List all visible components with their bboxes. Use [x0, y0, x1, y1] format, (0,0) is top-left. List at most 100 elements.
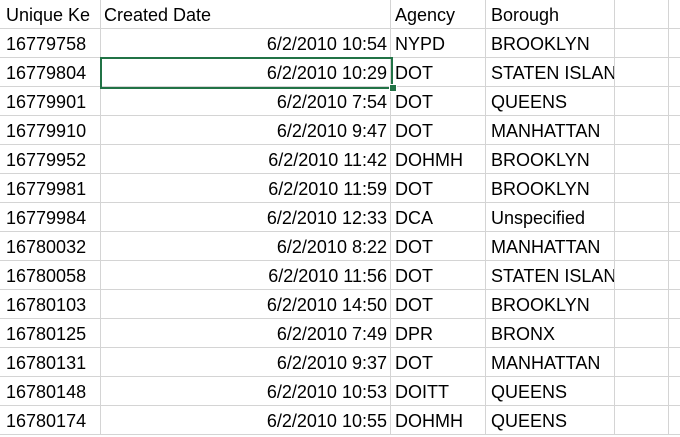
cell-unique-key[interactable]: 16780058	[0, 261, 101, 290]
empty-cell[interactable]	[615, 116, 669, 145]
cell-created-date[interactable]: 6/2/2010 10:54	[101, 29, 391, 58]
cell-unique-key[interactable]: 16779981	[0, 174, 101, 203]
cell-borough[interactable]: BRONX	[486, 319, 615, 348]
empty-cell[interactable]	[669, 116, 680, 145]
table-row: 16780058 6/2/2010 11:56 DOT STATEN ISLAN…	[0, 261, 680, 290]
table-row: 16779981 6/2/2010 11:59 DOT BROOKLYN	[0, 174, 680, 203]
cell-unique-key[interactable]: 16780125	[0, 319, 101, 348]
cell-created-date[interactable]: 6/2/2010 11:59	[101, 174, 391, 203]
table-row: 16779758 6/2/2010 10:54 NYPD BROOKLYN	[0, 29, 680, 58]
empty-cell[interactable]	[669, 406, 680, 435]
cell-borough[interactable]: QUEENS	[486, 377, 615, 406]
cell-agency[interactable]: DOT	[391, 348, 486, 377]
empty-cell[interactable]	[669, 319, 680, 348]
cell-created-date[interactable]: 6/2/2010 10:29	[101, 58, 391, 87]
empty-cell[interactable]	[615, 58, 669, 87]
cell-unique-key[interactable]: 16780103	[0, 290, 101, 319]
empty-cell[interactable]	[615, 87, 669, 116]
cell-created-date[interactable]: 6/2/2010 8:22	[101, 232, 391, 261]
cell-borough[interactable]: MANHATTAN	[486, 348, 615, 377]
cell-created-date[interactable]: 6/2/2010 10:55	[101, 406, 391, 435]
cell-unique-key[interactable]: 16779758	[0, 29, 101, 58]
empty-cell[interactable]	[669, 174, 680, 203]
cell-borough[interactable]: BROOKLYN	[486, 29, 615, 58]
cell-agency[interactable]: DOITT	[391, 377, 486, 406]
empty-cell[interactable]	[615, 406, 669, 435]
cell-agency[interactable]: DCA	[391, 203, 486, 232]
table-row: 16780125 6/2/2010 7:49 DPR BRONX	[0, 319, 680, 348]
empty-cell[interactable]	[669, 232, 680, 261]
empty-cell[interactable]	[669, 145, 680, 174]
cell-unique-key[interactable]: 16780032	[0, 232, 101, 261]
cell-agency[interactable]: NYPD	[391, 29, 486, 58]
empty-cell[interactable]	[615, 319, 669, 348]
cell-agency[interactable]: DOHMH	[391, 406, 486, 435]
cell-agency[interactable]: DOT	[391, 58, 486, 87]
cell-unique-key[interactable]: 16779984	[0, 203, 101, 232]
empty-cell[interactable]	[669, 290, 680, 319]
empty-cell[interactable]	[615, 232, 669, 261]
cell-borough[interactable]: QUEENS	[486, 406, 615, 435]
header-cell-agency[interactable]: Agency	[391, 0, 486, 29]
empty-cell[interactable]	[669, 377, 680, 406]
cell-unique-key[interactable]: 16780148	[0, 377, 101, 406]
cell-borough[interactable]: Unspecified	[486, 203, 615, 232]
empty-cell[interactable]	[669, 29, 680, 58]
cell-borough[interactable]: MANHATTAN	[486, 232, 615, 261]
table-row: 16780103 6/2/2010 14:50 DOT BROOKLYN	[0, 290, 680, 319]
cell-borough[interactable]: BROOKLYN	[486, 174, 615, 203]
empty-cell[interactable]	[615, 145, 669, 174]
cell-unique-key[interactable]: 16780174	[0, 406, 101, 435]
empty-cell[interactable]	[615, 0, 669, 29]
empty-cell[interactable]	[615, 203, 669, 232]
empty-cell[interactable]	[615, 377, 669, 406]
cell-borough[interactable]: STATEN ISLAND	[486, 261, 615, 290]
cell-created-date[interactable]: 6/2/2010 9:47	[101, 116, 391, 145]
cell-agency[interactable]: DOT	[391, 290, 486, 319]
cell-created-date[interactable]: 6/2/2010 7:54	[101, 87, 391, 116]
cell-unique-key[interactable]: 16779952	[0, 145, 101, 174]
empty-cell[interactable]	[669, 58, 680, 87]
cell-created-date[interactable]: 6/2/2010 11:42	[101, 145, 391, 174]
empty-cell[interactable]	[615, 261, 669, 290]
cell-borough[interactable]: MANHATTAN	[486, 116, 615, 145]
cell-agency[interactable]: DOHMH	[391, 145, 486, 174]
header-cell-borough[interactable]: Borough	[486, 0, 615, 29]
empty-cell[interactable]	[615, 174, 669, 203]
cell-created-date[interactable]: 6/2/2010 7:49	[101, 319, 391, 348]
cell-agency[interactable]: DOT	[391, 261, 486, 290]
empty-cell[interactable]	[669, 0, 680, 29]
cell-agency[interactable]: DOT	[391, 116, 486, 145]
empty-cell[interactable]	[669, 261, 680, 290]
table-row: 16780032 6/2/2010 8:22 DOT MANHATTAN	[0, 232, 680, 261]
cell-agency[interactable]: DPR	[391, 319, 486, 348]
empty-cell[interactable]	[669, 348, 680, 377]
cell-created-date[interactable]: 6/2/2010 9:37	[101, 348, 391, 377]
table-row: 16779910 6/2/2010 9:47 DOT MANHATTAN	[0, 116, 680, 145]
empty-cell[interactable]	[615, 348, 669, 377]
cell-agency[interactable]: DOT	[391, 174, 486, 203]
cell-borough[interactable]: BROOKLYN	[486, 290, 615, 319]
cell-unique-key[interactable]: 16780131	[0, 348, 101, 377]
cell-created-date[interactable]: 6/2/2010 12:33	[101, 203, 391, 232]
cell-unique-key[interactable]: 16779804	[0, 58, 101, 87]
empty-cell[interactable]	[615, 29, 669, 58]
table-row: 16779901 6/2/2010 7:54 DOT QUEENS	[0, 87, 680, 116]
empty-cell[interactable]	[669, 203, 680, 232]
cell-borough[interactable]: BROOKLYN	[486, 145, 615, 174]
cell-unique-key[interactable]: 16779910	[0, 116, 101, 145]
cell-agency[interactable]: DOT	[391, 87, 486, 116]
fill-handle[interactable]	[389, 84, 397, 92]
cell-created-date[interactable]: 6/2/2010 11:56	[101, 261, 391, 290]
header-cell-unique-key[interactable]: Unique Ke	[0, 0, 101, 29]
empty-cell[interactable]	[615, 290, 669, 319]
empty-cell[interactable]	[669, 87, 680, 116]
cell-borough[interactable]: QUEENS	[486, 87, 615, 116]
header-cell-created-date[interactable]: Created Date	[101, 0, 391, 29]
table-row: 16780174 6/2/2010 10:55 DOHMH QUEENS	[0, 406, 680, 435]
cell-created-date[interactable]: 6/2/2010 10:53	[101, 377, 391, 406]
cell-unique-key[interactable]: 16779901	[0, 87, 101, 116]
cell-borough[interactable]: STATEN ISLAND	[486, 58, 615, 87]
cell-agency[interactable]: DOT	[391, 232, 486, 261]
cell-created-date[interactable]: 6/2/2010 14:50	[101, 290, 391, 319]
